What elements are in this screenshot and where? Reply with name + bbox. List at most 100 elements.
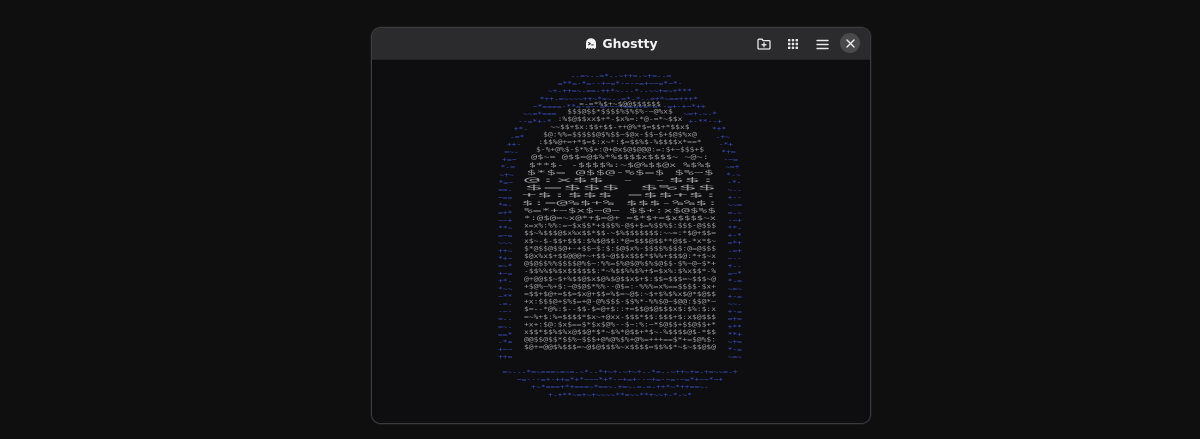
svg-text:--=~--=*--~++=-~+=--=: --=~--=*--~++=-~+=--= xyxy=(571,73,672,80)
svg-text:$@x%x$+$$@@@+~+$$~@$$x$$$*$%%+: $@x%x$+$$@@@+~+$$~@$$x$$$*$%%+$$$@:*+$~x xyxy=(524,253,717,260)
svg-text:~=---=+-++=*+*~~~*+*-~+=+--~+=: ~=---=+-++=*+*~~~*+*-~+=+--~+=-~=-~=*+~~… xyxy=(517,377,724,384)
svg-text:+**: +** xyxy=(728,324,743,331)
folder-plus-icon xyxy=(757,38,771,50)
svg-text:+x+:$@:$x$==$*$x$@%--$~:%:~*$@: +x+:$@:$x$==$*$x$@%--$~:%:~*$@$$+$$@$$+* xyxy=(524,321,717,328)
svg-text:x=x%:%%:=~$x$$*+$$$%-@$+$=%$$%: x=x%:%%:=~$x$$*+$$$%-@$+$=%$$%$:$$$-@$$$ xyxy=(524,223,717,230)
svg-text:=~-: =~- xyxy=(504,149,518,156)
svg-text:--=*+-*: --=*+-* xyxy=(518,119,552,126)
svg-text:-*-: -*- xyxy=(727,179,741,186)
svg-text:*+*: *+* xyxy=(712,126,727,133)
svg-text:+--: +-- xyxy=(728,195,742,202)
svg-text:-=-: -=- xyxy=(498,301,512,308)
svg-text:+-=: +-= xyxy=(728,293,743,300)
svg-text:~=~: ~=~ xyxy=(728,286,743,293)
window-title-text: Ghostty xyxy=(602,36,658,51)
svg-text:*~~: *~~ xyxy=(498,286,513,293)
svg-text:+-*: +-* xyxy=(728,233,743,240)
svg-text:@:x$$ -: @:x$$ - -$$: xyxy=(524,177,716,184)
svg-text:-*+: -*+ xyxy=(719,141,734,148)
svg-text:$*$= @$$@-%$=$: $*$= @$$@-%$=$ $%~$ xyxy=(526,169,714,176)
svg-text:+-=: +-= xyxy=(728,309,743,316)
svg-text:-$$%%$%$x$$$$$$:*~%$$%%$%+$=$x: -$$%%$%$x$$$$$$:*~%$$%%$%+$=$x%:$%x$$*-% xyxy=(524,268,717,275)
svg-text:@@$$@$$*$$%~$$$+@%@%$%+@%=+++=: @@$$@$$*$$%~$$$+@%@%$%+@%=+++==$*+=$@%$: xyxy=(524,337,716,344)
svg-text:@$@$$%%$$$$@%$~:%%=$%@$@%$%$@$: @$@$$%%$$$$@%$~:%%=$%@$@%$%$@$$-$%~@~$*+ xyxy=(524,261,717,268)
svg-text:=$$+$@+=$$=$x@+$$=%$=~@$:~$+$%: =$$+$@+=$$=$x@+$$=%$=~@$:~$+$%$%x$@*$@$$ xyxy=(524,291,717,298)
svg-text:x$$*$$%$%x@$$@*$*~$%*@$$+*$~-%: x$$*$$%$%x@$$@*$*~$%*@$$+*$~-%$$$$@$-*$$ xyxy=(524,329,717,336)
svg-text:*-=: *-= xyxy=(728,278,743,285)
svg-text:$*@$$@$$@+-+$$~$:$:$@$x%-$$$$%: $*@$$@$$@+-+$$~$:$:$@$x%-$$$$%$$$:@=@$$$ xyxy=(524,245,717,252)
svg-text:-~=: -~= xyxy=(723,157,738,164)
svg-text:$@:%%=$$$$$@$%$$~$@x-$$~$+$@$%: $@:%%=$$$$$@$%$$~$@x-$$~$+$@$%x@ xyxy=(543,131,697,138)
svg-text:~~~: ~~~ xyxy=(498,240,513,247)
svg-text:+-**--+: +-**--+ xyxy=(688,119,722,126)
svg-text:=-~: =-~ xyxy=(728,210,743,217)
svg-text:**+: **+ xyxy=(728,331,743,338)
svg-text:~--: ~-- xyxy=(728,255,742,262)
svg-text:~~=: ~~= xyxy=(728,202,743,209)
svg-text:-=*: -=* xyxy=(510,134,525,141)
svg-text:+~~: +~~ xyxy=(498,347,513,354)
svg-text:$**$- -$$$$%:~$@%$$@x: $**$- -$$$$%:~$@%$$@x %$%$ xyxy=(529,162,712,169)
svg-text:*-=: *-= xyxy=(501,164,516,171)
svg-text:+*-: +*- xyxy=(498,278,512,285)
svg-text:@$~= @$$=@$%*%$$$$x$$$$~: @$~= @$$=@$%*%$$$$x$$$$~ ~@~: xyxy=(531,154,709,161)
svg-text:+$@%~%+$:~@$@$*%%--@$=:-%%%=x%: +$@%~%+$:~@$@$*%%--@$=:-%%%=x%==$$$$-$x+ xyxy=(524,283,717,290)
svg-text:~--: ~-- xyxy=(728,187,742,194)
svg-text:==-: ==- xyxy=(498,187,512,194)
svg-text:++-: ++- xyxy=(507,141,521,148)
svg-text:**-: **- xyxy=(728,225,742,232)
menu-button[interactable] xyxy=(812,34,832,54)
svg-text:~**: ~** xyxy=(498,293,513,300)
svg-text:-~-: -~- xyxy=(498,309,512,316)
svg-text:~=+: ~=+ xyxy=(725,164,740,171)
svg-text:=-=*%$+~$@@$$$$$$: =-=*%$+~$@@$$$$$$ xyxy=(579,101,661,108)
svg-text:+*-: +*- xyxy=(514,126,528,133)
svg-text:==*: ==* xyxy=(498,331,513,338)
svg-text:%=*+~$x$~@~: %=*+~$x$~@~ $$+:x$@$%$ xyxy=(524,207,717,214)
svg-text:-~+: -~+ xyxy=(728,217,743,224)
svg-text:=~=: =~= xyxy=(498,233,513,240)
svg-text:*+~: *+~ xyxy=(498,255,513,262)
svg-text:*=~: *=~ xyxy=(499,179,514,186)
svg-text:=*+: =*+ xyxy=(728,240,743,247)
svg-text:=--: =-- xyxy=(498,316,512,323)
svg-text:-=+: -=+ xyxy=(728,248,743,255)
svg-text:$@+=@@$%$$$=~@$@$$$%~x$$$$=$$%: $@+=@@$%$$$=~@$@$$$%~x$$$$=$$%$*~$~$$@$@ xyxy=(524,344,717,351)
svg-text:*=-: *=- xyxy=(498,202,512,209)
close-button[interactable] xyxy=(840,33,860,53)
svg-text:x$~-$-$$+$$$:$%$@$$:*@=$$$@$$*: x$~-$-$$+$$$:$%$@$$:*@=$$$@$$**@$$-*x*$~ xyxy=(524,238,717,245)
svg-text:*+=: *+= xyxy=(721,149,736,156)
svg-text:**~: **~ xyxy=(498,225,513,232)
new-tab-button[interactable] xyxy=(754,34,774,54)
svg-text:~~=*===: ~~=*=== xyxy=(523,111,557,118)
terminal-area[interactable]: --=~--=*--~++=-~+=--= =**=-*=--+~=*-~-~=+… xyxy=(372,60,870,423)
hamburger-menu-icon xyxy=(815,39,829,49)
svg-text::%$@$$xx$+*-$x%=:*@-=*~$$x: :%$@$$xx$+*-$x%=:*@-=*~$$x xyxy=(558,116,683,123)
svg-text:=~%+$:%=$$$$*$x~+@xx-$$$*$$:$$: =~%+$:%=$$$$*$x~+@xx-$$$*$$:$$$+$:x$@$$$ xyxy=(524,314,717,321)
title-bar[interactable]: Ghostty xyxy=(372,28,870,60)
svg-text:~+~: ~+~ xyxy=(499,172,514,179)
svg-text:$=--*@%:$--$$-$=@+$::+=$$@$@$$: $=--*@%:$--$$-$=@+$::+=$$@$@$$$x$:$%:$:x xyxy=(524,306,717,313)
svg-text:++=: ++= xyxy=(498,354,513,361)
svg-text:~=~: ~=~ xyxy=(728,354,743,361)
svg-text:+$:$$$: +$:$$$ =$$+$: xyxy=(522,192,719,199)
svg-text:=~---*=~===~=~=-~*--*+~+-~+~+-: =~---*=~===~=~=-~*--*+~+-~+~+--*=--~++~+… xyxy=(502,369,738,376)
svg-text:+x:$$$@+$%$=+@-@%$$$-$$%*-%%$@: +x:$$$@+$%$=+@-@%$$$-$$%*-%%$@~$@@:$$@*~ xyxy=(524,299,717,306)
tab-overview-button[interactable] xyxy=(783,34,803,54)
svg-text:+=~: +=~ xyxy=(502,157,517,164)
svg-text:-+~: -+~ xyxy=(716,134,731,141)
svg-text:*:@$@=~x@*+$=@+ =$*$: *:@$@=~x@*+$=@+ =$*$+=$x$$$$~x xyxy=(524,215,717,222)
svg-text:$-%+@%$-$*%$+:@+@x$@$@@@:=:$+~: $-%+@%$-$*%$+:@+@x$@$@@@:=:$+~$$$+$ xyxy=(536,147,705,154)
svg-text:~=+-~-*: ~=+-~-* xyxy=(683,111,717,118)
svg-text::$$%@+=+*$=$:x~*:$=$$%$-%$$$$x: :$$%@+=+*$=$:x~*:$=$$%$-%$$$$x*==* xyxy=(538,139,702,146)
svg-text:@+@@$$~$+%$$@$x$@%$@$$x$+$:$$=: @+@@$$~$+%$$@$x$@%$@$$x$+$:$$=$$$=~$$$~@ xyxy=(524,276,717,283)
svg-text:-*=: -*= xyxy=(498,339,513,346)
svg-text:=+=: =+= xyxy=(728,316,743,323)
svg-text:=~-: =~- xyxy=(498,324,512,331)
svg-text:$$$@$$*$$$$%$%$%-~@%x$: $$$@$$*$$$$%$%$%-~@%x$ xyxy=(567,109,673,116)
svg-text:~~+: ~~+ xyxy=(498,217,513,224)
svg-text:+--: +-- xyxy=(728,263,742,270)
svg-text:$$~%$$$@$x%x$$*$$-~$%$$$$$$$:~: $$~%$$$@$x%x$$*$$-~$%$$$$$$$:~~=:*$@+$$= xyxy=(524,230,717,237)
svg-text:=**=-*=--+~=*-~-~=+~~=*~*-: =**=-*=--+~=*-~-~=+~~=*~*- xyxy=(558,81,683,88)
svg-text:+~*===+*+===~*==~-+=~-=-=-++*~: +~*===+*+===~*==~-+=~-=-=-++*~*++==~- xyxy=(531,384,709,391)
